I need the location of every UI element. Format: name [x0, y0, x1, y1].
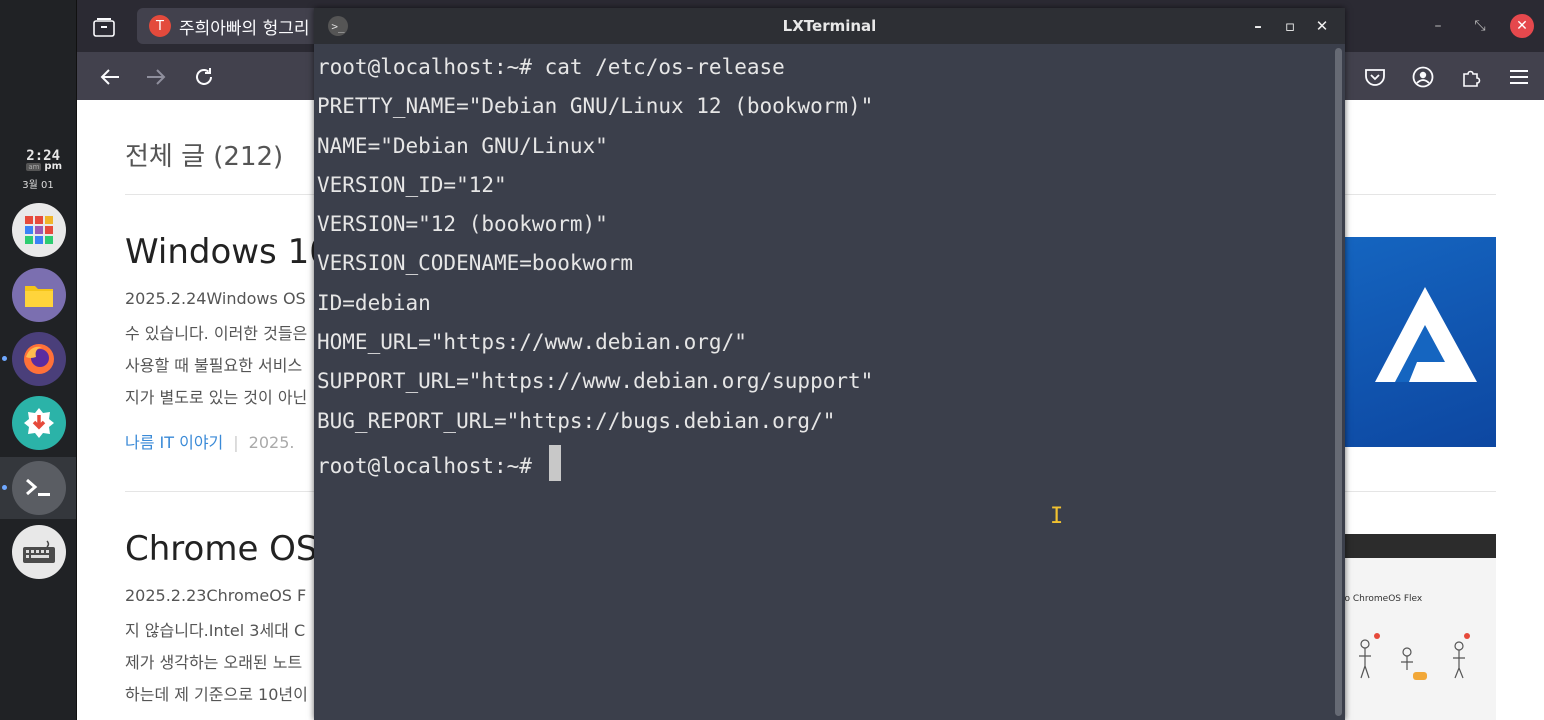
- software-store-icon[interactable]: [12, 396, 66, 450]
- terminal-prompt-line[interactable]: root@localhost:~#: [317, 444, 1332, 484]
- terminal-line: root@localhost:~# cat /etc/os-release: [317, 55, 785, 79]
- terminal-line: VERSION="12 (bookworm)": [317, 212, 608, 237]
- clock-pm: pm: [44, 161, 62, 172]
- back-arrow-icon[interactable]: [95, 62, 125, 92]
- close-icon[interactable]: ✕: [1510, 14, 1534, 38]
- post-category-link[interactable]: 나름 IT 이야기: [125, 433, 223, 452]
- dock: 2:24 am pm 3월 01: [0, 0, 77, 720]
- tab-favicon-icon: T: [149, 15, 171, 37]
- minimize-icon[interactable]: –: [1426, 14, 1450, 38]
- post-excerpt-line: 수 있습니다. 이러한 것들은: [125, 324, 308, 343]
- terminal-scrollbar[interactable]: [1335, 48, 1342, 716]
- firefox-icon[interactable]: [12, 332, 66, 386]
- running-indicator: [2, 485, 7, 490]
- clock[interactable]: 2:24 am pm 3월 01: [10, 148, 66, 191]
- keyboard-icon[interactable]: [12, 525, 66, 579]
- post-excerpt-line: 지 않습니다.Intel 3세대 C: [125, 621, 306, 640]
- extensions-icon[interactable]: [1456, 62, 1486, 92]
- terminal-line: PRETTY_NAME="Debian GNU/Linux 12 (bookwo…: [317, 94, 874, 119]
- account-icon[interactable]: [1408, 62, 1438, 92]
- terminal-line: VERSION_ID="12": [317, 172, 507, 197]
- post-thumbnail[interactable]: to ChromeOS Flex: [1337, 534, 1496, 720]
- post-date: 2025.: [248, 433, 295, 452]
- maximize-icon[interactable]: ▫: [1281, 14, 1299, 38]
- menu-icon[interactable]: [1504, 62, 1534, 92]
- terminal-window[interactable]: >_ LXTerminal – ▫ ✕ root@localhost:~# ca…: [314, 8, 1345, 720]
- terminal-prompt: root@localhost:~#: [317, 453, 545, 478]
- post-excerpt-line: 사용할 때 불필요한 서비스: [125, 356, 303, 375]
- post-title[interactable]: Windows 10: [125, 232, 331, 272]
- post-excerpt-line: 2025.2.23ChromeOS F: [125, 586, 307, 605]
- restore-icon[interactable]: ⤡: [1468, 14, 1492, 38]
- terminal-icon[interactable]: [12, 461, 66, 515]
- post-excerpt-line: 하는데 제 기준으로 10년이: [125, 685, 308, 704]
- post-meta: 나름 IT 이야기 | 2025.: [125, 433, 295, 452]
- text-cursor-icon: I: [1050, 504, 1064, 529]
- post-excerpt-line: 2025.2.24Windows OS: [125, 289, 306, 308]
- post-excerpt-line: 지가 별도로 있는 것이 아닌: [125, 388, 308, 407]
- post-thumbnail[interactable]: [1337, 237, 1496, 447]
- forward-arrow-icon[interactable]: [141, 62, 171, 92]
- terminal-titlebar[interactable]: >_ LXTerminal – ▫ ✕: [314, 8, 1345, 44]
- terminal-line: ID=debian: [317, 290, 431, 315]
- terminal-line: BUG_REPORT_URL="https://bugs.debian.org/…: [317, 408, 836, 433]
- app-launcher-icon[interactable]: [12, 203, 66, 257]
- terminal-line: HOME_URL="https://www.debian.org/": [317, 330, 747, 355]
- post-title[interactable]: Chrome OS: [125, 529, 318, 569]
- terminal-line: NAME="Debian GNU/Linux": [317, 133, 608, 158]
- reload-icon[interactable]: [189, 62, 219, 92]
- running-indicator: [2, 356, 7, 361]
- post-excerpt-line: 제가 생각하는 오래된 노트: [125, 653, 303, 672]
- clock-am: am: [26, 162, 42, 171]
- terminal-line: VERSION_CODENAME=bookworm: [317, 251, 634, 276]
- terminal-line: SUPPORT_URL="https://www.debian.org/supp…: [317, 369, 874, 394]
- tab-list-button[interactable]: [89, 12, 119, 42]
- terminal-cursor: [548, 444, 561, 481]
- terminal-title: LXTerminal: [782, 17, 877, 35]
- minimize-icon[interactable]: –: [1249, 14, 1267, 38]
- clock-date: 3월 01: [22, 180, 54, 191]
- page-heading: 전체 글 (212): [125, 142, 284, 172]
- terminal-output[interactable]: root@localhost:~# cat /etc/os-release PR…: [314, 44, 1332, 720]
- close-icon[interactable]: ✕: [1313, 14, 1331, 38]
- tab-title: 주희아빠의 헝그리: [179, 18, 310, 39]
- pocket-icon[interactable]: [1360, 62, 1390, 92]
- folder-icon[interactable]: [12, 268, 66, 322]
